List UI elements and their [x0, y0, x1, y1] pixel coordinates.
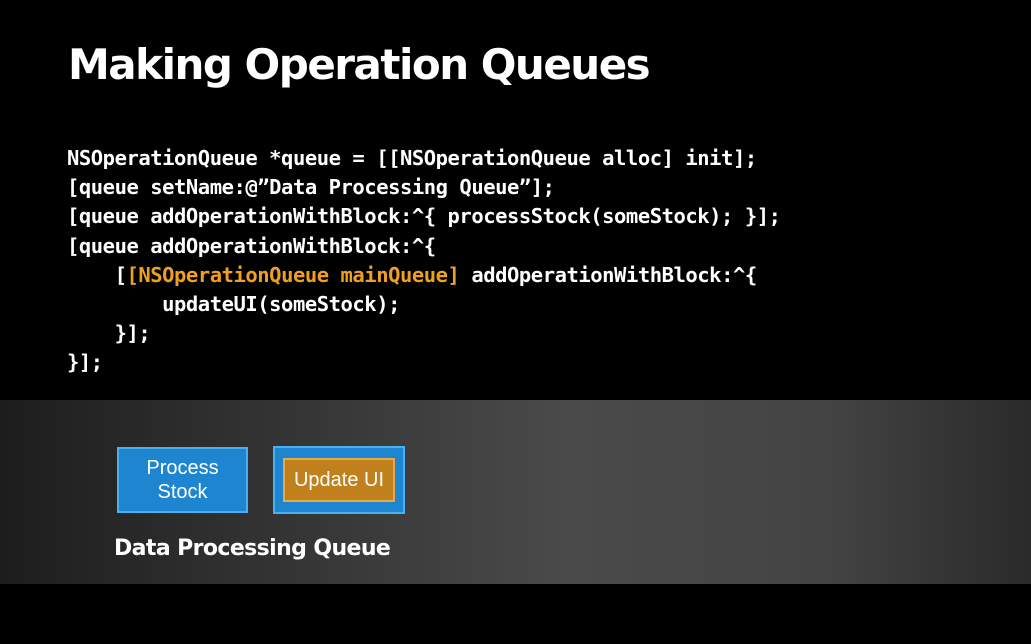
code-block: NSOperationQueue *queue = [[NSOperationQ… [67, 144, 781, 378]
code-line: [queue setName:@”Data Processing Queue”]… [67, 173, 781, 202]
code-line: [[NSOperationQueue mainQueue] addOperati… [67, 261, 781, 290]
code-text: updateUI(someStock); [67, 291, 400, 316]
code-text: [ [67, 262, 127, 287]
code-highlight: [NSOperationQueue mainQueue] [126, 262, 460, 287]
code-text: [queue addOperationWithBlock:^{ processS… [67, 204, 781, 229]
slide: Making Operation Queues NSOperationQueue… [0, 0, 1031, 644]
code-text: NSOperationQueue *queue = [[NSOperationQ… [67, 146, 757, 170]
queue-label: Data Processing Queue [114, 536, 391, 561]
code-line: NSOperationQueue *queue = [[NSOperationQ… [67, 144, 781, 173]
code-line: [queue addOperationWithBlock:^{ [67, 232, 781, 261]
queue-diagram-panel: Process Stock Update UI Data Processing … [0, 400, 1031, 584]
process-stock-operation: Process Stock [117, 447, 248, 513]
code-text: [queue addOperationWithBlock:^{ [67, 233, 436, 258]
slide-title: Making Operation Queues [68, 40, 651, 89]
code-text: }]; [67, 350, 103, 375]
update-ui-operation-frame: Update UI [273, 446, 405, 514]
code-text: addOperationWithBlock:^{ [459, 262, 757, 287]
code-line: }]; [67, 319, 781, 348]
operation-label: Process Stock [146, 457, 219, 503]
operation-label: Update UI [293, 468, 385, 491]
update-ui-operation: Update UI [283, 458, 395, 502]
code-line: updateUI(someStock); [67, 290, 781, 319]
code-text: [queue setName:@”Data Processing Queue”]… [67, 175, 555, 200]
code-line: [queue addOperationWithBlock:^{ processS… [67, 202, 781, 231]
code-line: }]; [67, 348, 781, 377]
code-text: }]; [67, 321, 151, 346]
